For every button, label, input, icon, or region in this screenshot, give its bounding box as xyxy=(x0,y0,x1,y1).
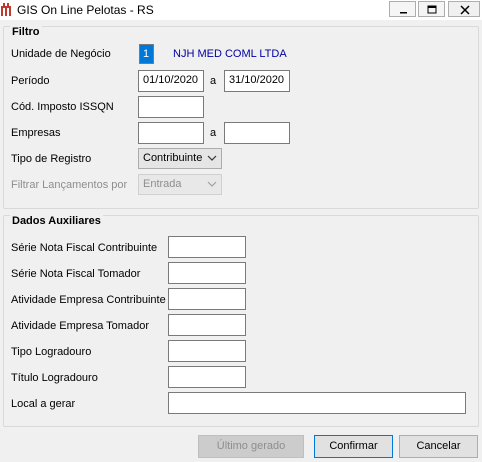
imposto-label: Cód. Imposto ISSQN xyxy=(11,101,114,113)
close-icon xyxy=(460,5,470,15)
serie-contribuinte-label: Série Nota Fiscal Contribuinte xyxy=(11,242,158,254)
atividade-tomador-input[interactable] xyxy=(168,314,246,336)
tipo-logradouro-label: Tipo Logradouro xyxy=(11,346,92,358)
atividade-contribuinte-input[interactable] xyxy=(168,288,246,310)
empresas-end-input[interactable] xyxy=(224,122,290,144)
unidade-code-input[interactable]: 1 xyxy=(139,44,154,64)
empresas-label: Empresas xyxy=(11,127,61,139)
imposto-input[interactable] xyxy=(138,96,204,118)
lancamentos-select[interactable]: Entrada xyxy=(138,174,222,195)
window-title: GIS On Line Pelotas - RS xyxy=(17,3,154,17)
minimize-icon xyxy=(400,12,407,14)
titulo-logradouro-input[interactable] xyxy=(168,366,246,388)
serie-contribuinte-input[interactable] xyxy=(168,236,246,258)
empresas-start-input[interactable] xyxy=(138,122,204,144)
tipo-logradouro-input[interactable] xyxy=(168,340,246,362)
titulo-logradouro-label: Título Logradouro xyxy=(11,372,98,384)
unidade-label: Unidade de Negócio xyxy=(11,48,111,60)
close-button[interactable] xyxy=(448,1,480,17)
minimize-button[interactable] xyxy=(389,1,416,17)
app-logo-icon xyxy=(1,3,11,16)
maximize-button[interactable] xyxy=(418,1,445,17)
local-gerar-label: Local a gerar xyxy=(11,398,76,410)
tipo-registro-label: Tipo de Registro xyxy=(11,153,92,165)
tipo-registro-value: Contribuinte xyxy=(143,152,203,164)
auxiliares-title: Dados Auxiliares xyxy=(10,215,103,227)
lancamentos-value: Entrada xyxy=(143,178,182,190)
periodo-end-input[interactable]: 31/10/2020 xyxy=(224,70,290,92)
confirmar-button[interactable]: Confirmar xyxy=(314,435,393,458)
local-gerar-input[interactable] xyxy=(168,392,466,414)
ultimo-gerado-button[interactable]: Último gerado xyxy=(198,435,304,458)
filtro-title: Filtro xyxy=(10,26,42,38)
chevron-down-icon xyxy=(207,181,217,187)
atividade-tomador-label: Atividade Empresa Tomador xyxy=(11,320,149,332)
atividade-contribuinte-label: Atividade Empresa Contribuinte xyxy=(11,294,166,306)
serie-tomador-input[interactable] xyxy=(168,262,246,284)
tipo-registro-select[interactable]: Contribuinte xyxy=(138,148,222,169)
cancelar-button[interactable]: Cancelar xyxy=(399,435,478,458)
periodo-label: Período xyxy=(11,75,50,87)
lancamentos-label: Filtrar Lançamentos por xyxy=(11,179,128,191)
empresas-separator: a xyxy=(210,127,217,139)
maximize-icon xyxy=(427,5,437,14)
serie-tomador-label: Série Nota Fiscal Tomador xyxy=(11,268,141,280)
title-bar: GIS On Line Pelotas - RS xyxy=(0,0,482,20)
periodo-start-input[interactable]: 01/10/2020 xyxy=(138,70,204,92)
unidade-name: NJH MED COML LTDA xyxy=(173,48,287,60)
chevron-down-icon xyxy=(207,155,217,161)
periodo-separator: a xyxy=(210,75,217,87)
